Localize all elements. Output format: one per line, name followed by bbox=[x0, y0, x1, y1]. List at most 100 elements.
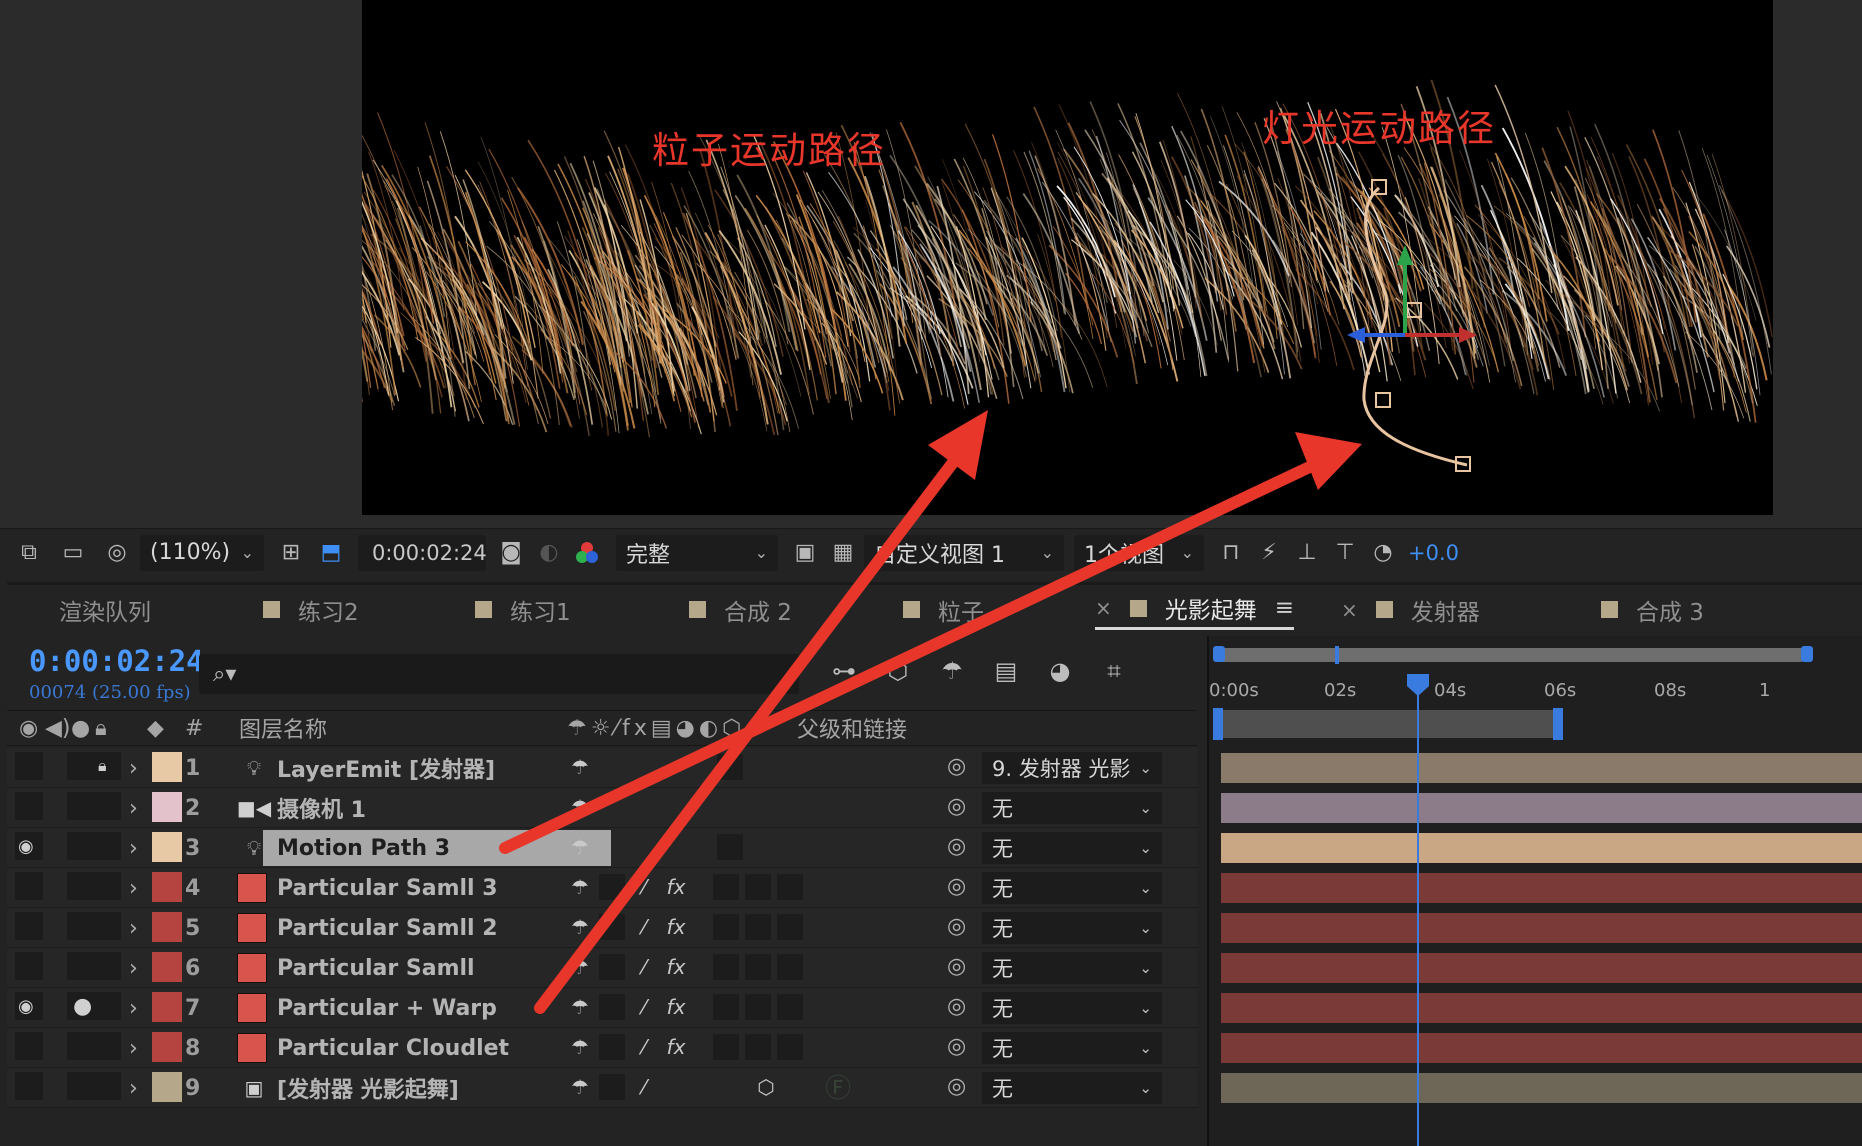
tab-comp-2[interactable]: 合成 2 bbox=[689, 590, 792, 630]
pick-whip-icon[interactable]: ◎ bbox=[947, 994, 966, 1019]
pick-whip-icon[interactable]: ◎ bbox=[947, 754, 966, 779]
visibility-toggle[interactable] bbox=[15, 752, 43, 780]
pick-whip-icon[interactable]: ◎ bbox=[947, 1074, 966, 1099]
flowchart-icon[interactable]: ⊤ bbox=[1330, 538, 1360, 568]
layer-label-color[interactable] bbox=[152, 1032, 182, 1062]
layer-label-color[interactable] bbox=[152, 1072, 182, 1102]
lock-toggle[interactable] bbox=[93, 832, 121, 860]
shy-switch-icon[interactable]: ☂ bbox=[567, 1074, 593, 1100]
lock-toggle[interactable] bbox=[93, 1072, 121, 1100]
quality-switch-icon[interactable]: ⁄ bbox=[631, 1074, 657, 1100]
layer-duration-bar[interactable] bbox=[1221, 793, 1862, 823]
visibility-toggle[interactable] bbox=[15, 952, 43, 980]
safe-area-icon[interactable]: ⊞ bbox=[276, 538, 306, 568]
timeline-icon[interactable]: ⊥ bbox=[1292, 538, 1322, 568]
layer-label-color[interactable] bbox=[152, 752, 182, 782]
composition-canvas[interactable]: 粒子运动路径 灯光运动路径 bbox=[362, 0, 1773, 515]
fx-switch-icon[interactable]: fx bbox=[663, 914, 689, 940]
frame-blend-switch[interactable] bbox=[713, 994, 739, 1020]
layer-label-color[interactable] bbox=[152, 792, 182, 822]
close-icon[interactable]: × bbox=[1341, 598, 1358, 622]
adjustment-switch[interactable] bbox=[777, 954, 803, 980]
tab-render-queue[interactable]: 渲染队列 bbox=[59, 590, 151, 630]
navigator-start-handle[interactable] bbox=[1213, 646, 1225, 662]
quality-switch-icon[interactable]: ⁄ bbox=[631, 954, 657, 980]
expand-chevron-icon[interactable]: › bbox=[129, 872, 138, 904]
panel-menu-icon[interactable]: ≡ bbox=[1275, 595, 1294, 621]
tab-practice-2[interactable]: 练习2 bbox=[263, 590, 359, 630]
pick-whip-icon[interactable]: ◎ bbox=[947, 954, 966, 979]
parent-dropdown[interactable]: 无 ⌄ bbox=[982, 1032, 1162, 1064]
show-snapshot-icon[interactable]: ◐ bbox=[534, 538, 564, 568]
parent-dropdown[interactable]: 无 ⌄ bbox=[982, 912, 1162, 944]
motion-blur-switch[interactable] bbox=[745, 1034, 771, 1060]
work-area-end[interactable] bbox=[1553, 708, 1563, 740]
current-time-indicator[interactable] bbox=[1417, 686, 1419, 1146]
resolution-dropdown[interactable]: 完整 ⌄ bbox=[616, 534, 778, 571]
tab-light-dance[interactable]: × 光影起舞 ≡ bbox=[1095, 590, 1295, 630]
layer-name[interactable]: Particular Samll 3 bbox=[263, 870, 611, 906]
layer-duration-bar[interactable] bbox=[1221, 1033, 1862, 1063]
pick-whip-icon[interactable]: ◎ bbox=[947, 834, 966, 859]
tab-emitter[interactable]: × 发射器 bbox=[1341, 590, 1480, 630]
visibility-toggle[interactable]: ◉ bbox=[15, 992, 43, 1020]
solo-toggle[interactable] bbox=[67, 1072, 95, 1100]
visibility-toggle[interactable] bbox=[15, 1032, 43, 1060]
expand-chevron-icon[interactable]: › bbox=[129, 832, 138, 864]
shy-switch-icon[interactable]: ☂ bbox=[567, 874, 593, 900]
lock-toggle[interactable] bbox=[93, 792, 121, 820]
layer-name[interactable]: Particular Samll 2 bbox=[263, 910, 611, 946]
collapse-switch[interactable] bbox=[599, 914, 625, 940]
motion-blur-switch[interactable] bbox=[745, 914, 771, 940]
shy-switch-icon[interactable]: ☂ bbox=[567, 1034, 593, 1060]
monitor-icon[interactable]: ▭ bbox=[58, 538, 88, 568]
shy-switch-icon[interactable]: ☂ bbox=[567, 754, 593, 780]
motion-blur-switch[interactable] bbox=[745, 954, 771, 980]
layer-name[interactable]: Motion Path 3 bbox=[263, 830, 611, 866]
expand-chevron-icon[interactable]: › bbox=[129, 952, 138, 984]
layer-row[interactable]: ◉ › 3 💡︎ Motion Path 3 ☂ ◎ 无 ⌄ bbox=[7, 828, 1197, 868]
region-of-interest-icon[interactable]: ▣ bbox=[790, 538, 820, 568]
layer-label-color[interactable] bbox=[152, 912, 182, 942]
lock-toggle[interactable] bbox=[93, 992, 121, 1020]
layer-row[interactable]: 🔒︎ › 1 💡︎ LayerEmit [发射器] ☂ ◎ 9. 发射器 光影 ⌄ bbox=[7, 748, 1197, 788]
fx-switch-icon[interactable]: fx bbox=[663, 954, 689, 980]
layer-row[interactable]: › 4 Particular Samll 3 ☂ ⁄ fx ◎ 无 ⌄ bbox=[7, 868, 1197, 908]
always-preview-icon[interactable]: ⧉ bbox=[14, 538, 44, 568]
fx-switch-icon[interactable]: fx bbox=[663, 994, 689, 1020]
layer-name[interactable]: Particular Cloudlet bbox=[263, 1030, 611, 1066]
solo-toggle[interactable] bbox=[67, 952, 95, 980]
parent-dropdown[interactable]: 无 ⌄ bbox=[982, 992, 1162, 1024]
layer-duration-bar[interactable] bbox=[1221, 753, 1862, 783]
parent-dropdown[interactable]: 9. 发射器 光影 ⌄ bbox=[982, 752, 1162, 784]
layer-duration-bar[interactable] bbox=[1221, 913, 1862, 943]
motion-blur-icon[interactable]: ◕ bbox=[1043, 654, 1077, 688]
adjustment-switch[interactable] bbox=[777, 1034, 803, 1060]
layer-name[interactable]: LayerEmit [发射器] bbox=[263, 750, 611, 786]
collapse-switch[interactable] bbox=[599, 1034, 625, 1060]
pick-whip-icon[interactable]: ◎ bbox=[947, 1034, 966, 1059]
snapshot-camera-icon[interactable]: ◙ bbox=[496, 538, 526, 568]
shy-switch-icon[interactable]: ☂ bbox=[567, 994, 593, 1020]
zoom-dropdown[interactable]: (110%) ⌄ bbox=[140, 534, 264, 571]
visibility-toggle[interactable] bbox=[15, 1072, 43, 1100]
close-icon[interactable]: × bbox=[1095, 596, 1112, 620]
expand-chevron-icon[interactable]: › bbox=[129, 912, 138, 944]
collapse-switch[interactable] bbox=[599, 1074, 625, 1100]
lock-toggle[interactable] bbox=[93, 912, 121, 940]
color-channels-icon[interactable] bbox=[572, 538, 602, 568]
fast-preview-icon[interactable]: ⚡ bbox=[1254, 538, 1284, 568]
expand-chevron-icon[interactable]: › bbox=[129, 1032, 138, 1064]
frame-blend-switch[interactable] bbox=[713, 914, 739, 940]
parent-dropdown[interactable]: 无 ⌄ bbox=[982, 1072, 1162, 1104]
frame-blend-switch[interactable] bbox=[713, 874, 739, 900]
solo-toggle[interactable] bbox=[67, 832, 95, 860]
layer-label-color[interactable] bbox=[152, 952, 182, 982]
layer-label-color[interactable] bbox=[152, 992, 182, 1022]
collapse-switch[interactable] bbox=[599, 874, 625, 900]
lock-toggle[interactable]: 🔒︎ bbox=[93, 752, 121, 780]
pick-whip-icon[interactable]: ◎ bbox=[947, 794, 966, 819]
solo-toggle[interactable]: ● bbox=[67, 992, 95, 1020]
motion-blur-switch[interactable] bbox=[745, 994, 771, 1020]
collapse-switch[interactable] bbox=[599, 994, 625, 1020]
